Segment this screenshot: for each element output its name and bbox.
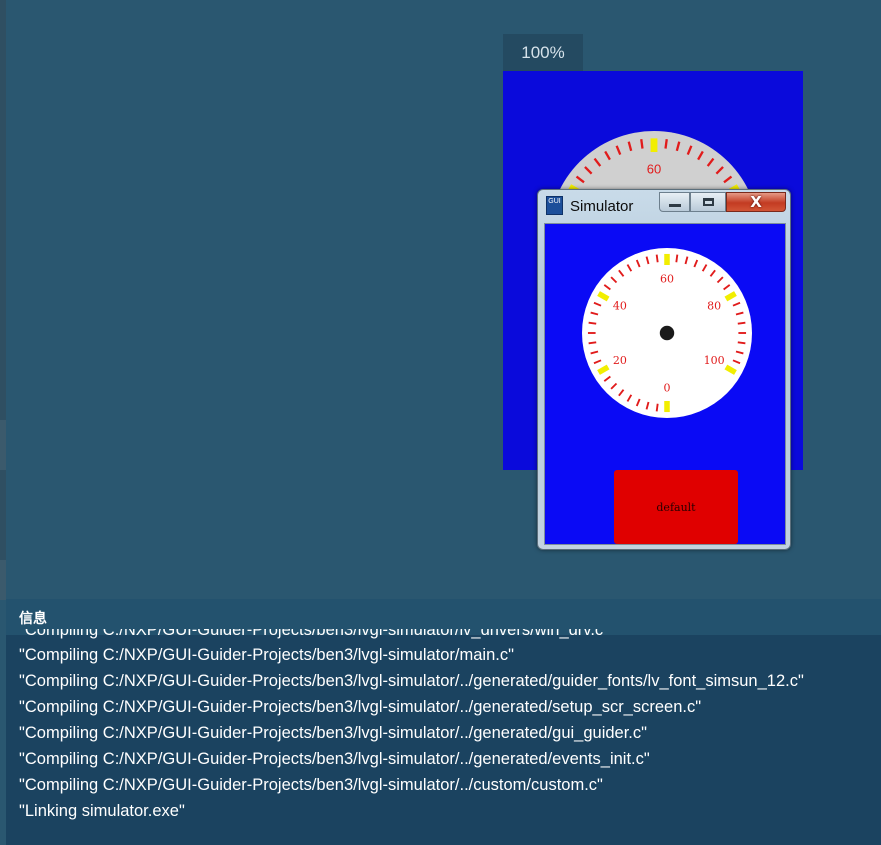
close-button[interactable]: X (726, 192, 786, 212)
log-output[interactable]: "Compiling C:/NXP/GUI-Guider-Projects/be… (19, 629, 881, 824)
log-line: "Compiling C:/NXP/GUI-Guider-Projects/be… (19, 724, 647, 742)
simulator-gauge[interactable]: 0 20 40 60 80 100 (545, 224, 786, 464)
gauge-minor-tick (664, 139, 668, 149)
gauge-needle-hub (659, 325, 675, 341)
gauge-minor-tick (655, 403, 659, 412)
window-title: Simulator (570, 198, 634, 215)
minimize-button[interactable] (659, 192, 690, 212)
gauge-label: 40 (613, 300, 627, 313)
log-line: "Compiling C:/NXP/GUI-Guider-Projects/be… (19, 698, 702, 716)
default-button[interactable]: default (614, 470, 738, 544)
simulator-screen[interactable]: 0 20 40 60 80 100 default (544, 223, 786, 545)
default-button-label: default (656, 500, 696, 514)
gauge-minor-tick (655, 254, 659, 263)
log-line: "Compiling C:/NXP/GUI-Guider-Projects/be… (19, 776, 603, 794)
gauge-label: 60 (647, 161, 661, 176)
log-line: "Compiling C:/NXP/GUI-Guider-Projects/be… (19, 646, 514, 664)
gauge-minor-tick (737, 341, 746, 345)
log-line: "Compiling C:/NXP/GUI-Guider-Projects/be… (19, 629, 610, 639)
gauge-minor-tick (588, 321, 597, 325)
gauge-minor-tick (640, 139, 644, 149)
log-line: "Compiling C:/NXP/GUI-Guider-Projects/be… (19, 750, 650, 768)
left-panel-edge (0, 0, 6, 600)
splitter-notch (0, 560, 6, 600)
app-logo-icon: GUI (546, 196, 563, 215)
gauge-label: 0 (664, 381, 671, 394)
gauge-minor-tick (737, 321, 746, 325)
minimize-icon (668, 203, 681, 207)
log-line: "Compiling C:/NXP/GUI-Guider-Projects/be… (19, 672, 804, 690)
gauge-minor-tick (675, 254, 679, 263)
splitter-notch (0, 420, 6, 470)
gauge-label: 100 (704, 354, 725, 367)
simulator-window[interactable]: GUI Simulator X 0 20 40 60 80 100 default (537, 189, 791, 550)
gauge-label: 20 (613, 354, 627, 367)
log-line: "Linking simulator.exe" (19, 802, 185, 820)
gauge-label: 80 (707, 300, 721, 313)
gauge-minor-tick (588, 341, 597, 345)
close-icon: X (750, 193, 762, 211)
maximize-button[interactable] (690, 192, 726, 212)
zoom-indicator[interactable]: 100% (503, 34, 583, 71)
info-panel: 信息 "Compiling C:/NXP/GUI-Guider-Projects… (6, 599, 881, 845)
maximize-icon (702, 198, 714, 206)
gauge-label: 60 (660, 272, 674, 285)
